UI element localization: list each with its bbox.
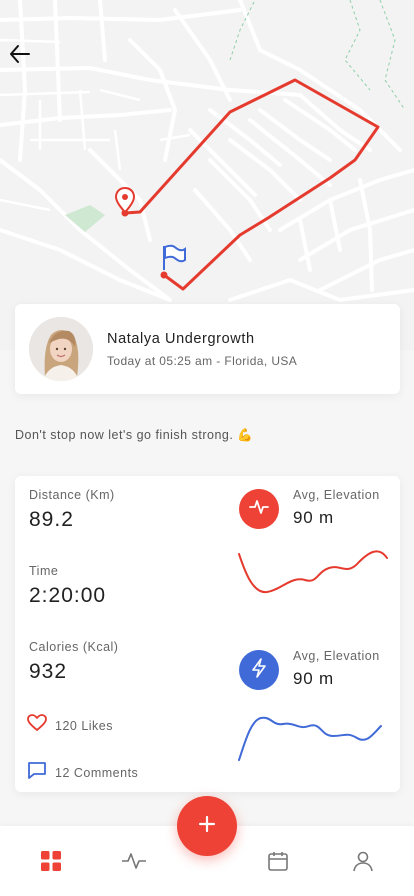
elevation-value-1: 90 m — [293, 508, 334, 527]
activity-timestamp-location: Today at 05:25 am - Florida, USA — [107, 353, 298, 368]
activity-owner-card[interactable]: Natalya Undergrowth Today at 05:25 am - … — [15, 304, 400, 394]
time-label: Time — [29, 564, 59, 578]
calories-stat: Calories (Kcal) 932 — [29, 640, 118, 684]
likes-count: 120 Likes — [55, 718, 114, 733]
elevation-stat-2: Avg, Elevation 90 m — [293, 649, 380, 689]
calories-value: 932 — [29, 660, 68, 683]
lightning-badge — [239, 650, 279, 690]
add-activity-button[interactable] — [177, 796, 237, 856]
elevation-value-2: 90 m — [293, 669, 334, 688]
profile-icon — [352, 850, 374, 877]
heart-icon — [27, 714, 47, 737]
comment-icon — [27, 761, 47, 784]
plus-icon — [197, 814, 217, 839]
calories-label: Calories (Kcal) — [29, 640, 119, 654]
nav-calendar[interactable] — [263, 848, 293, 878]
nav-profile[interactable] — [348, 848, 378, 878]
distance-stat: Distance (Km) 89.2 — [29, 488, 115, 532]
elevation-sparkline-red — [238, 550, 388, 594]
stats-card: Distance (Km) 89.2 Time 2:20:00 Calories… — [15, 476, 400, 792]
elevation-stat-1: Avg, Elevation 90 m — [293, 488, 380, 528]
elevation-label-1: Avg, Elevation — [293, 488, 380, 502]
nav-activity[interactable] — [119, 848, 149, 878]
heartbeat-badge — [239, 489, 279, 529]
elevation-label-2: Avg, Elevation — [293, 649, 380, 663]
heartbeat-icon — [248, 496, 270, 523]
calendar-icon — [267, 850, 289, 877]
elevation-sparkline-blue — [238, 716, 382, 761]
lightning-icon — [248, 657, 270, 684]
likes-button[interactable]: 120 Likes — [27, 714, 113, 737]
comments-count: 12 Comments — [55, 765, 139, 780]
route-map[interactable] — [0, 0, 414, 350]
distance-value: 89.2 — [29, 508, 74, 531]
dashboard-icon — [40, 850, 62, 877]
time-value: 2:20:00 — [29, 584, 107, 607]
user-name: Natalya Undergrowth — [107, 330, 255, 347]
nav-dashboard[interactable] — [36, 848, 66, 878]
map-streets — [0, 0, 414, 303]
time-stat: Time 2:20:00 — [29, 564, 106, 608]
motivation-text: Don't stop now let's go finish strong. 💪 — [15, 428, 254, 442]
back-button[interactable] — [8, 42, 38, 72]
comments-button[interactable]: 12 Comments — [27, 761, 138, 784]
distance-label: Distance (Km) — [29, 488, 115, 502]
activity-icon — [121, 850, 147, 877]
avatar — [29, 317, 93, 381]
